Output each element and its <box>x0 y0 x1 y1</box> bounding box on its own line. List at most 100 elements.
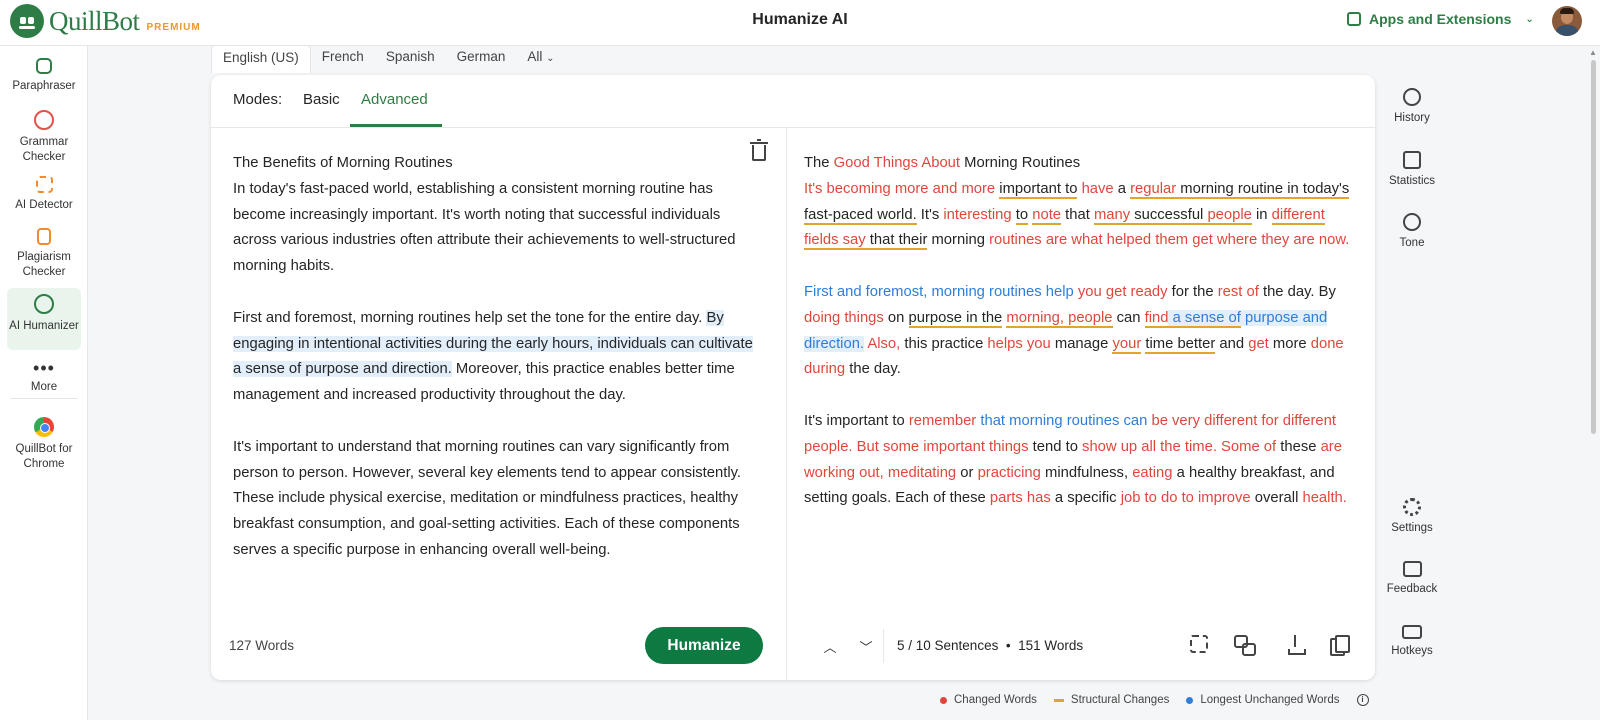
input-text-area[interactable]: The Benefits of Morning Routines In toda… <box>233 151 753 590</box>
user-avatar[interactable] <box>1552 6 1582 36</box>
puzzle-icon <box>1347 12 1361 26</box>
output-text-span: overall <box>1250 490 1303 507</box>
sidebar-item-ai-detector[interactable]: AI Detector <box>7 176 81 213</box>
gear-icon <box>1403 498 1421 516</box>
output-text-span: this practice <box>900 335 988 352</box>
input-paragraph-1: In today's fast-paced world, establishin… <box>233 180 736 275</box>
mode-basic[interactable]: Basic <box>303 91 340 108</box>
apps-and-extensions-button[interactable]: Apps and Extensions ⌄ <box>1347 11 1534 27</box>
output-text-span: mindfulness, <box>1040 464 1133 481</box>
apps-label: Apps and Extensions <box>1369 11 1512 27</box>
delete-text-icon[interactable] <box>750 139 768 161</box>
output-title: The Good Things About Morning Routines <box>804 151 1359 177</box>
sidebar-item-chrome-extension[interactable]: QuillBot for Chrome <box>7 417 81 472</box>
panel-divider <box>786 128 787 680</box>
previous-sentence-icon[interactable]: ︿ <box>821 637 839 656</box>
statistics-button[interactable]: Statistics <box>1383 151 1441 187</box>
output-paragraph-1: It's becoming more and more important to… <box>804 177 1359 254</box>
statistics-icon <box>1403 151 1421 169</box>
feedback-icon <box>1402 561 1422 577</box>
ai-detector-icon <box>35 176 53 193</box>
sidebar-item-label: AI Detector <box>15 199 73 211</box>
output-text-span: Morning Routines <box>960 155 1081 171</box>
settings-button[interactable]: Settings <box>1383 498 1441 534</box>
output-text-span: a <box>1113 180 1131 197</box>
quillbot-logo-icon <box>10 4 44 38</box>
changed-words: practicing <box>977 464 1041 481</box>
brand-name: QuillBot <box>49 5 140 36</box>
grammar-checker-icon <box>34 110 54 130</box>
scroll-up-icon[interactable]: ▲ <box>1589 48 1597 57</box>
feedback-button[interactable]: Feedback <box>1383 561 1441 595</box>
input-paragraph-2: First and foremost, morning routines hel… <box>233 306 753 409</box>
input-text-span: First and foremost, morning routines hel… <box>233 309 707 326</box>
next-sentence-icon[interactable]: ﹀ <box>857 637 875 656</box>
tab-spanish[interactable]: Spanish <box>375 45 446 73</box>
active-mode-indicator <box>350 124 442 127</box>
tone-button[interactable]: Tone <box>1383 213 1441 249</box>
changed-words: eating <box>1132 464 1173 481</box>
output-text-span: the day. <box>845 361 901 378</box>
input-paragraph-3: It's important to understand that mornin… <box>233 438 742 558</box>
output-text-span: can <box>1112 309 1145 326</box>
structural-change: important <box>999 180 1061 199</box>
quillbot-logo[interactable]: QuillBot PREMIUM <box>10 4 201 38</box>
tab-all-languages[interactable]: All ⌄ <box>516 45 565 73</box>
unchanged-words-dot <box>1186 696 1194 704</box>
changed-words: interesting <box>943 206 1012 223</box>
tab-german[interactable]: German <box>446 45 517 73</box>
output-text-span: The <box>804 155 834 171</box>
tone-label: Tone <box>1399 237 1425 249</box>
hotkeys-button[interactable]: Hotkeys <box>1383 625 1441 657</box>
history-button[interactable]: History <box>1383 88 1441 124</box>
sidebar-item-more[interactable]: ••• More <box>7 358 81 395</box>
structural-changed-words: note <box>1032 206 1062 225</box>
tab-french[interactable]: French <box>311 45 375 73</box>
sidebar-item-plagiarism-checker[interactable]: Plagiarism Checker <box>7 228 81 280</box>
output-text-span: and <box>1215 335 1249 352</box>
output-text-span: a specific <box>1050 490 1121 507</box>
hotkeys-label: Hotkeys <box>1391 645 1433 657</box>
changed-words: you get ready <box>1077 283 1168 300</box>
statistics-label: Statistics <box>1388 175 1435 187</box>
changed-words: have <box>1081 180 1114 197</box>
scrollbar-thumb[interactable] <box>1591 60 1596 434</box>
structural-change: to <box>1015 206 1029 225</box>
changed-words: It's becoming more and more <box>804 180 996 197</box>
more-icon: ••• <box>33 358 55 378</box>
sidebar-item-paraphraser[interactable]: Paraphraser <box>7 58 81 94</box>
copy-icon[interactable] <box>1330 635 1350 656</box>
plagiarism-checker-icon <box>37 228 51 245</box>
tone-icon <box>1403 213 1421 231</box>
page-scrollbar[interactable]: ▲ <box>1588 48 1598 720</box>
changed-words: show up all the time. Some of <box>1082 438 1277 455</box>
sidebar-divider <box>10 398 78 399</box>
focus-sentence-icon[interactable] <box>1190 635 1208 653</box>
download-icon[interactable] <box>1286 635 1306 655</box>
structural-changed-words: find <box>1144 309 1169 328</box>
premium-badge: PREMIUM <box>146 21 201 33</box>
mode-advanced[interactable]: Advanced <box>361 91 428 108</box>
compare-icon[interactable] <box>1234 635 1256 656</box>
humanizer-card: Modes: Basic Advanced The Benefits of Mo… <box>211 75 1375 680</box>
changed-words: rest of <box>1217 283 1259 300</box>
history-label: History <box>1394 112 1430 124</box>
humanize-button[interactable]: Humanize <box>645 627 763 664</box>
output-text-area[interactable]: The Good Things About Morning Routines I… <box>804 151 1359 538</box>
changed-words: routines are what helped them get where … <box>989 232 1350 249</box>
separator-bullet: • <box>1005 638 1011 653</box>
sidebar-item-label: More <box>30 381 58 393</box>
changed-words: helps you <box>987 335 1051 352</box>
tab-english-us[interactable]: English (US) <box>211 45 311 73</box>
output-text-span: that <box>1061 206 1094 223</box>
changed-words: doing things <box>804 309 884 326</box>
sidebar-item-grammar-checker[interactable]: Grammar Checker <box>7 110 81 165</box>
output-text-span: the day. By <box>1258 283 1336 300</box>
legend-label: Changed Words <box>954 694 1037 706</box>
changed-words: parts has <box>989 490 1051 507</box>
structural-change: successful <box>1130 206 1208 225</box>
sidebar-item-ai-humanizer[interactable]: AI Humanizer <box>7 288 81 350</box>
info-icon[interactable]: i <box>1356 694 1369 706</box>
input-title: The Benefits of Morning Routines <box>233 155 453 171</box>
changed-words: Also, <box>867 335 901 352</box>
